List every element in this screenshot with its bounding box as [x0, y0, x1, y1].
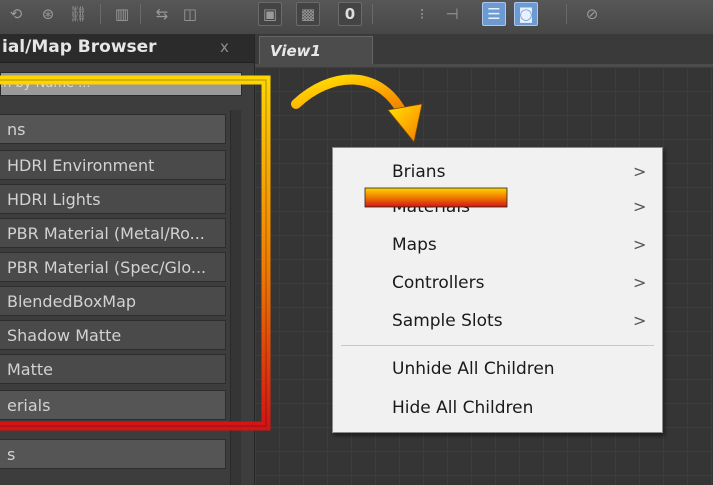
highlight-bar: [364, 187, 508, 208]
annotation-overlay: [0, 74, 508, 431]
highlight-bracket: [0, 75, 271, 431]
arrow-icon: [291, 74, 407, 117]
